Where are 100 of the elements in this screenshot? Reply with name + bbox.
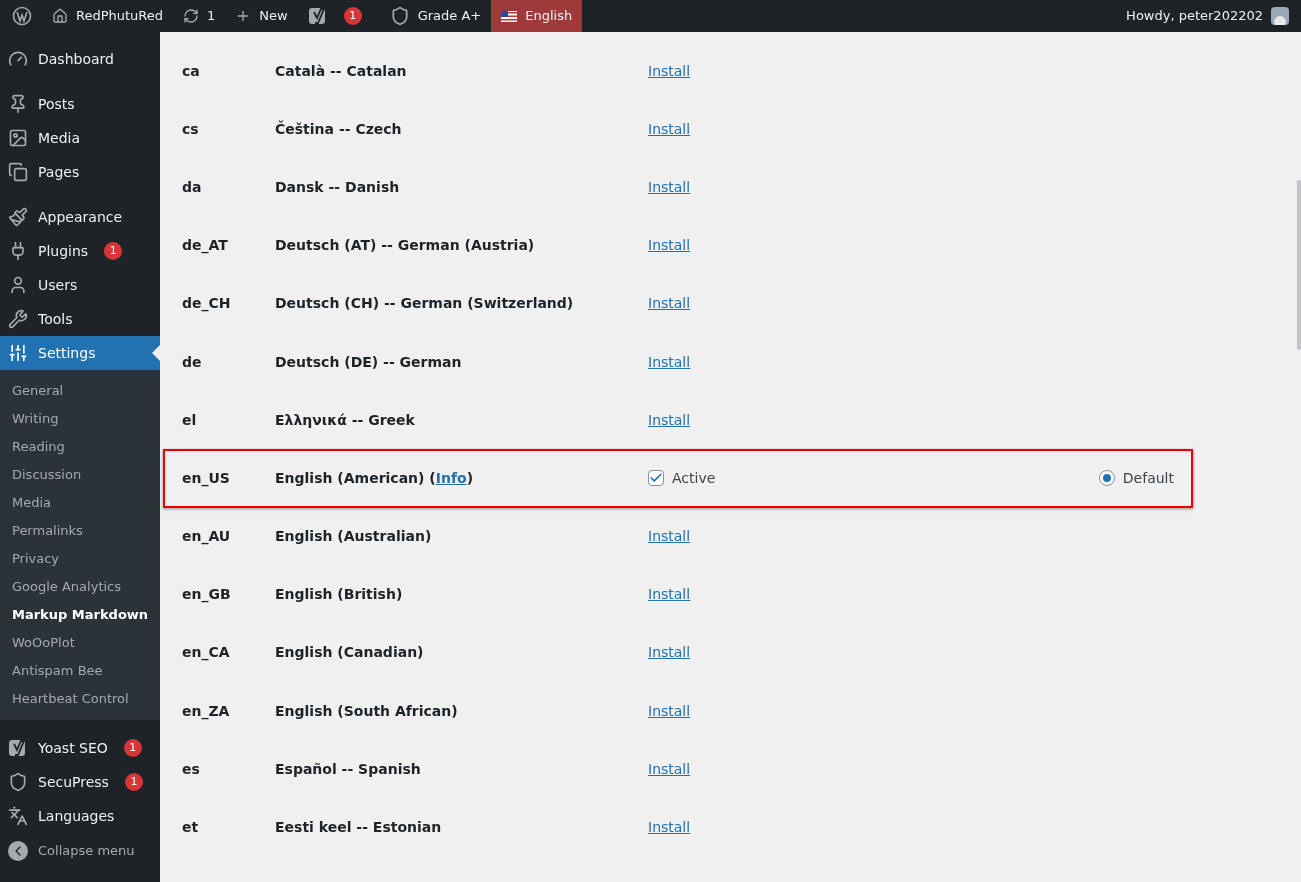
- default-label: Default: [1122, 468, 1174, 488]
- language-name: Čeština -- Czech: [275, 119, 403, 139]
- new-content-link[interactable]: New: [225, 0, 298, 32]
- install-link[interactable]: Install: [648, 351, 691, 373]
- language-code: en_CA: [181, 643, 231, 663]
- notification-badge: 1: [343, 7, 362, 25]
- avatar-icon[interactable]: [1271, 7, 1289, 25]
- submenu-item[interactable]: Media: [0, 489, 160, 517]
- install-link[interactable]: Install: [648, 700, 691, 722]
- wrench-icon: [8, 309, 28, 329]
- install-link[interactable]: Install: [648, 235, 691, 257]
- sidebar-menu-item[interactable]: Languages: [0, 799, 160, 833]
- install-link[interactable]: Install: [648, 118, 691, 140]
- submenu-item[interactable]: Reading: [0, 433, 160, 461]
- language-code: cs: [181, 119, 200, 139]
- sidebar-menu-item[interactable]: Media: [0, 121, 160, 155]
- pin-icon: [8, 94, 28, 114]
- submenu-item[interactable]: Discussion: [0, 461, 160, 489]
- language-code: da: [181, 177, 203, 197]
- sidebar-menu-item[interactable]: Yoast SEO 1: [0, 720, 160, 765]
- language-name: English (British): [275, 585, 404, 605]
- language-code: de_CH: [181, 294, 232, 314]
- home-icon: [52, 8, 68, 24]
- sidebar-menu-item[interactable]: Dashboard: [0, 42, 160, 76]
- language-name: English (South African): [275, 701, 459, 721]
- gauge-icon: [8, 49, 28, 69]
- brush-icon: [8, 207, 28, 227]
- user-icon: [8, 275, 28, 295]
- flag-icon: [501, 10, 518, 22]
- active-label: Active: [672, 468, 716, 488]
- language-code: de: [181, 352, 203, 372]
- language-label: English: [525, 7, 573, 26]
- install-link[interactable]: Install: [648, 293, 691, 315]
- language-code: en_GB: [181, 585, 232, 605]
- sidebar-menu-item[interactable]: Pages: [0, 155, 160, 189]
- submenu-item[interactable]: Google Analytics: [0, 573, 160, 601]
- install-link[interactable]: Install: [648, 176, 691, 198]
- submenu-item[interactable]: Writing: [0, 405, 160, 433]
- collapse-menu-button[interactable]: Collapse menu: [0, 834, 160, 868]
- info-link[interactable]: Info: [435, 469, 467, 486]
- submenu-item[interactable]: Permalinks: [0, 517, 160, 545]
- submenu-item[interactable]: Privacy: [0, 545, 160, 573]
- security-grade-link[interactable]: Grade A+: [379, 0, 492, 32]
- shield-icon: [8, 772, 28, 792]
- language-name: Deutsch (CH) -- German (Switzerland): [275, 294, 575, 314]
- updates-link[interactable]: 1: [173, 0, 226, 32]
- language-name: Català -- Catalan: [275, 61, 408, 81]
- current-menu-pointer: [152, 345, 160, 361]
- language-code: en_AU: [181, 527, 232, 547]
- yoast-icon: [307, 6, 328, 26]
- submenu-item[interactable]: Heartbeat Control: [0, 685, 160, 713]
- language-code: es: [181, 759, 201, 779]
- sidebar-menu-item[interactable]: Appearance: [0, 189, 160, 234]
- notification-badge: 1: [124, 773, 143, 791]
- pages-icon: [8, 162, 28, 182]
- yoast-link[interactable]: 1: [297, 0, 372, 32]
- sidebar-menu-item[interactable]: Settings: [0, 336, 160, 370]
- submenu-item[interactable]: Antispam Bee: [0, 657, 160, 685]
- site-name: RedPhutuRed: [76, 7, 164, 26]
- install-link[interactable]: Install: [648, 584, 691, 606]
- sidebar-menu-item[interactable]: Plugins 1: [0, 234, 160, 268]
- greeting[interactable]: Howdy, peter202202: [1126, 6, 1263, 26]
- active-checkbox[interactable]: [648, 470, 664, 487]
- language-name: Dansk -- Danish: [275, 177, 401, 197]
- language-code: de_AT: [181, 236, 229, 256]
- sidebar-menu-item[interactable]: Users: [0, 268, 160, 302]
- yoast-icon: [8, 738, 28, 758]
- install-link[interactable]: Install: [648, 409, 691, 431]
- submenu-item[interactable]: WoOoPlot: [0, 629, 160, 657]
- settings-icon: [8, 343, 28, 363]
- install-link[interactable]: Install: [648, 60, 691, 82]
- language-name: English (Canadian): [275, 643, 425, 663]
- submenu-item[interactable]: General: [0, 377, 160, 405]
- install-link[interactable]: Install: [648, 642, 691, 664]
- notification-badge: 1: [123, 739, 142, 757]
- install-link[interactable]: Install: [648, 526, 691, 548]
- grade-label: Grade A+: [417, 7, 482, 26]
- language-code: el: [181, 410, 198, 430]
- sidebar-menu-item[interactable]: Posts: [0, 76, 160, 121]
- refresh-icon: [183, 8, 200, 24]
- language-switcher[interactable]: English: [491, 0, 583, 32]
- language-name: English (Australian): [275, 527, 433, 547]
- install-link[interactable]: Install: [648, 817, 691, 839]
- language-code: ca: [181, 61, 201, 81]
- language-name: Ελληνικά -- Greek: [275, 410, 416, 430]
- sidebar-menu-item[interactable]: Tools: [0, 302, 160, 336]
- updates-count: 1: [207, 7, 216, 26]
- language-code: et: [181, 818, 200, 838]
- site-name-link[interactable]: RedPhutuRed: [42, 0, 174, 32]
- install-link[interactable]: Install: [648, 758, 691, 780]
- media-icon: [8, 128, 28, 148]
- language-code: en_US: [181, 468, 231, 489]
- default-radio[interactable]: [1098, 470, 1115, 487]
- sidebar-menu-item[interactable]: SecuPress 1: [0, 765, 160, 799]
- language-name: Español -- Spanish: [275, 759, 422, 779]
- language-name: Eesti keel -- Estonian: [275, 818, 443, 838]
- translate-icon: [8, 806, 28, 826]
- submenu-item[interactable]: Markup Markdown: [0, 601, 160, 629]
- wordpress-logo-icon[interactable]: [12, 6, 32, 26]
- language-name: Deutsch (AT) -- German (Austria): [275, 236, 536, 256]
